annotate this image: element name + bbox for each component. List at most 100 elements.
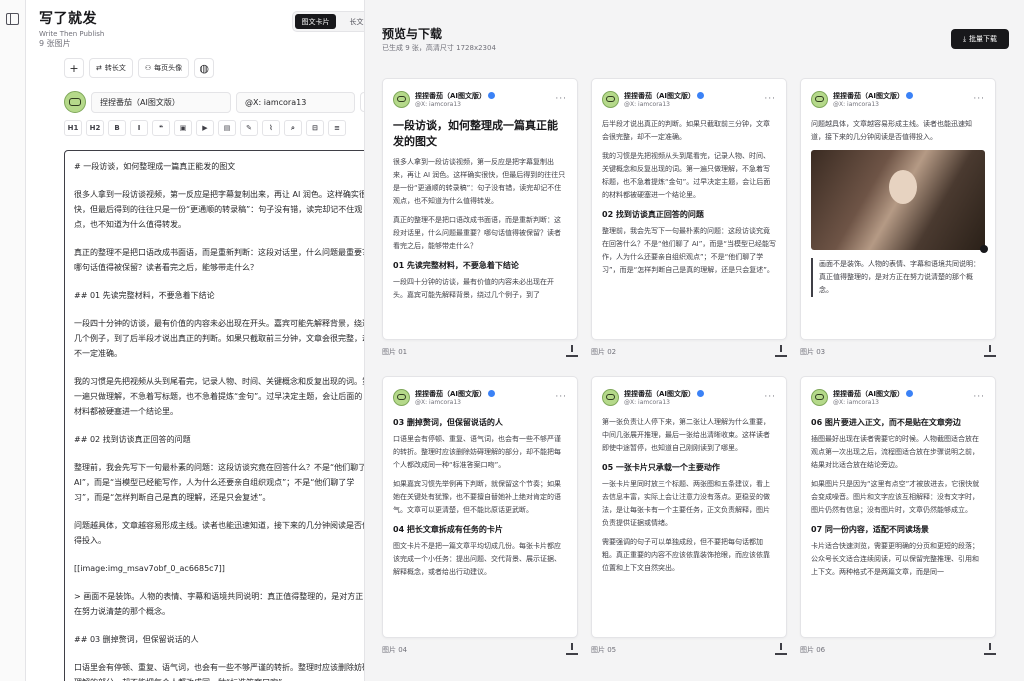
download-icon[interactable]	[566, 345, 578, 357]
batch-download-button[interactable]: ⤓ 批量下载	[951, 29, 1009, 49]
app-subtitle: Write Then Publish	[39, 30, 105, 38]
brand: 写了就发 Write Then Publish	[39, 8, 104, 38]
card-body: 问题越具体，文章越容易形成主线。读者也能迅速知道，接下来的几分钟阅读是否值得投入…	[811, 118, 988, 297]
tab-longform[interactable]: 长文	[336, 14, 364, 29]
highlight-button[interactable]: ✎	[240, 120, 258, 136]
h1-button[interactable]: H1	[64, 120, 82, 136]
card-paragraph: 口语里会有停顿、重复、语气词，也会有一些不够严谨的转折。整理时应该删除妨碍理解的…	[393, 435, 561, 469]
card-paragraph: 真正的整理不是把口语改成书面语，而是重新判断：这段对话里，什么问题最重要？哪句话…	[393, 216, 561, 250]
preview-card[interactable]: 捏捏番茄（AI图文版） @X: iamcora13 ··· 第一张负责让人停下来，第二…	[591, 376, 787, 638]
avatar[interactable]	[64, 91, 86, 113]
video-button[interactable]: ▶	[196, 120, 214, 136]
search-button[interactable]: ⌕	[284, 120, 302, 136]
verified-icon	[906, 390, 914, 397]
more-icon[interactable]: ···	[555, 392, 567, 402]
card-header: 捏捏番茄（AI图文版） @X: iamcora13 ···	[811, 88, 985, 110]
card-cell: 捏捏番茄（AI图文版） @X: iamcora13 ··· 第一张负责让人停下来，第二…	[591, 376, 787, 662]
card-body: 03 删掉赘词，但保留说话的人 口语里会有停顿、重复、语气词，也会有一些不够严谨的…	[393, 416, 567, 579]
card-cell: 捏捏番茄（AI图文版） @X: iamcora13 ··· 06 图片要进入正文，而不…	[800, 376, 996, 662]
card-quote: 画面不是装饰。人物的表情、字幕和语境共同说明：真正值得整理的，是对方正在努力说清…	[811, 258, 985, 297]
more-icon[interactable]: ···	[764, 392, 776, 402]
preview-card[interactable]: 捏捏番茄（AI图文版） @X: iamcora13 ··· 后半段才说出真正的判断。如…	[591, 78, 787, 340]
app-window: 写了就发 Write Then Publish 9 张图片 图文卡片 长文 + …	[0, 0, 1024, 681]
download-icon[interactable]	[566, 643, 578, 655]
more-icon[interactable]: ···	[764, 94, 776, 104]
h2-button[interactable]: H2	[86, 120, 104, 136]
avatar	[393, 388, 410, 406]
download-icon[interactable]	[775, 643, 787, 655]
card-footer: 图片 03	[800, 340, 996, 364]
card-paragraph: 整理前，我会先写下一句最朴素的问题：这段访谈究竟在回答什么？不是“他们聊了 AI…	[602, 227, 776, 274]
add-button[interactable]: +	[64, 58, 84, 78]
profile-name-input[interactable]: 捏捏番茄（AI图文版）	[91, 91, 231, 113]
avatar	[393, 90, 410, 108]
card-footer: 图片 05	[591, 638, 787, 662]
editor-line: > 画面不是装饰。人物的表情、字幕和语境共同说明：真正值得整理的，是对方正在努力…	[74, 592, 364, 616]
preview-card[interactable]: 捏捏番茄（AI图文版） @X: iamcora13 ··· 一段访谈，如何整理成一篇真…	[382, 78, 578, 340]
format-toolbar: H1 H2 B I ❝ ▣ ▶ ▤ ✎ ⌇ ⌕ ⊟ ≡	[64, 120, 346, 136]
card-handle: @X: iamcora13	[833, 100, 879, 108]
markdown-editor[interactable]: # 一段访谈，如何整理成一篇真正能发的图文 很多人拿到一段访谈视频，第一反应是把…	[64, 150, 365, 681]
swap-icon: ⇄	[96, 64, 102, 72]
preview-card[interactable]: 捏捏番茄（AI图文版） @X: iamcora13 ··· 06 图片要进入正文，而不…	[800, 376, 996, 638]
layout-button[interactable]: ⊟	[306, 120, 324, 136]
image-button[interactable]: ▣	[174, 120, 192, 136]
editor-line: 整理前，我会先写下一句最朴素的问题：这段访谈究竟在回答什么？不是“他们聊了 AI…	[74, 463, 365, 502]
card-footer: 图片 04	[382, 638, 578, 662]
batch-download-label: 批量下载	[969, 35, 998, 43]
verified-icon	[697, 92, 705, 99]
download-icon[interactable]	[775, 345, 787, 357]
avatar-per-page-button[interactable]: ⚇ 每页头像	[137, 58, 190, 78]
card-paragraph: 如果图片只是因为“这里有点空”才被放进去，它很快就会变成噪音。图片和文字应该互相…	[811, 480, 980, 514]
more-icon[interactable]: ···	[973, 94, 985, 104]
verified-icon	[488, 390, 496, 397]
editor-line: 我的习惯是先把视频从头到尾看完，记录人物、时间、关键概念和反复出现的词。第一遍只…	[74, 377, 365, 416]
card-header: 捏捏番茄（AI图文版） @X: iamcora13 ···	[602, 88, 776, 110]
card-heading: 01 先读完整材料，不要急着下结论	[393, 261, 519, 270]
sidebar-toggle-icon[interactable]	[6, 13, 19, 25]
more-icon[interactable]: ···	[555, 94, 567, 104]
download-icon[interactable]	[984, 643, 996, 655]
card-handle: @X: iamcora13	[624, 100, 670, 108]
preview-card[interactable]: 捏捏番茄（AI图文版） @X: iamcora13 ··· 03 删掉赘词，但保留说话…	[382, 376, 578, 638]
card-label: 图片 06	[800, 646, 826, 654]
settings-button[interactable]: ≡	[328, 120, 346, 136]
image-handle-icon[interactable]	[980, 245, 988, 253]
card-header: 捏捏番茄（AI图文版） @X: iamcora13 ···	[602, 386, 776, 408]
convert-long-button[interactable]: ⇄ 转长文	[89, 58, 133, 78]
card-handle: @X: iamcora13	[415, 398, 461, 406]
glasses-icon	[397, 96, 406, 102]
bold-button[interactable]: B	[108, 120, 126, 136]
palette-button[interactable]: ◍	[194, 58, 215, 78]
card-heading: 06 图片要进入正文，而不是贴在文章旁边	[811, 418, 961, 427]
tab-card[interactable]: 图文卡片	[295, 14, 336, 29]
card-paragraph: 如果嘉宾习惯先举例再下判断，就保留这个节奏；如果她在关键处有犹豫，也不要擅自替她…	[393, 480, 561, 514]
card-author: 捏捏番茄（AI图文版）	[415, 91, 487, 100]
card-title: 一段访谈，如何整理成一篇真正能发的图文	[393, 119, 558, 148]
card-author: 捏捏番茄（AI图文版）	[624, 389, 696, 398]
brush-button[interactable]: ⌇	[262, 120, 280, 136]
glasses-icon	[606, 96, 615, 102]
verified-icon	[697, 390, 705, 397]
card-paragraph: 卡片适合快速浏览，需要更明确的分页和更短的段落；公众号长文适合连续阅读，可以保留…	[811, 542, 979, 576]
profile-handle-input[interactable]: @X: iamcora13	[236, 91, 355, 113]
editor-line: ## 02 找到访谈真正回答的问题	[74, 435, 191, 444]
editor-line: 一段四十分钟的访谈，最有价值的内容未必出现在开头。嘉宾可能先解释背景，绕过几个例…	[74, 319, 365, 358]
card-paragraph: 插图最好出现在读者需要它的时候。人物截图适合放在观点第一次出现之后，流程图适合放…	[811, 435, 979, 469]
card-footer: 图片 01	[382, 340, 578, 364]
preview-card[interactable]: 捏捏番茄（AI图文版） @X: iamcora13 ··· 问题越具体，文章越容易形成…	[800, 78, 996, 340]
editor-line: [[image:img_msav7obf_0_ac6685c7]]	[74, 564, 225, 573]
quote-button[interactable]: ❝	[152, 120, 170, 136]
card-body: 06 图片要进入正文，而不是贴在文章旁边插图最好出现在读者需要它的时候。人物截图…	[811, 416, 985, 579]
download-icon[interactable]	[984, 345, 996, 357]
card-body: 一段访谈，如何整理成一篇真正能发的图文 很多人拿到一段访谈视频，第一反应是把字幕复…	[393, 118, 567, 302]
italic-button[interactable]: I	[130, 120, 148, 136]
mode-switch: 图文卡片 长文	[292, 11, 364, 32]
card-header: 捏捏番茄（AI图文版） @X: iamcora13 ···	[393, 88, 567, 110]
glasses-icon	[815, 96, 824, 102]
page-break-button[interactable]: ▤	[218, 120, 236, 136]
more-icon[interactable]: ···	[973, 392, 985, 402]
editor-line: ## 01 先读完整材料，不要急着下结论	[74, 291, 215, 300]
editor-line: 很多人拿到一段访谈视频，第一反应是把字幕复制出来，再让 AI 润色。这样确实很快…	[74, 190, 365, 229]
card-cell: 捏捏番茄（AI图文版） @X: iamcora13 ··· 问题越具体，文章越容易形成…	[800, 78, 996, 364]
